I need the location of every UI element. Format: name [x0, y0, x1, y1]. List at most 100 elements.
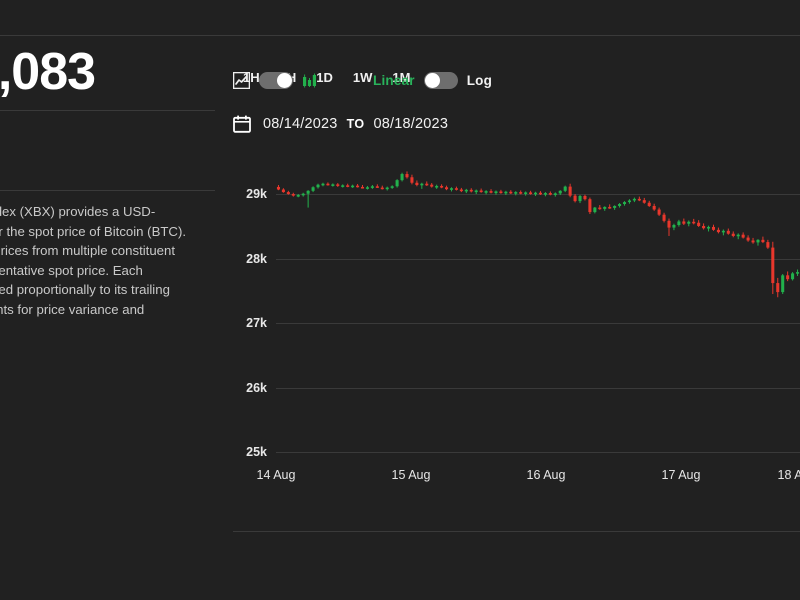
candle-body[interactable]	[791, 273, 795, 280]
candle-body[interactable]	[711, 226, 716, 230]
candle-body[interactable]	[618, 204, 622, 206]
candle-body[interactable]	[469, 189, 473, 192]
calendar-icon[interactable]	[233, 115, 251, 133]
candle-body[interactable]	[395, 180, 399, 187]
candle-body[interactable]	[504, 191, 508, 194]
candle-body[interactable]	[692, 221, 696, 224]
candle-body[interactable]	[558, 190, 562, 194]
candle-body[interactable]	[781, 275, 785, 293]
candle-body[interactable]	[756, 239, 760, 243]
candlestick-series[interactable]	[276, 165, 800, 465]
candle-body[interactable]	[311, 187, 315, 191]
chart-type-switch[interactable]	[232, 71, 317, 90]
candle-body[interactable]	[346, 185, 350, 187]
candle-body[interactable]	[445, 187, 449, 190]
candle-body[interactable]	[484, 191, 488, 193]
candle-body[interactable]	[548, 193, 552, 195]
candle-body[interactable]	[543, 193, 547, 195]
line-chart-icon[interactable]	[232, 71, 251, 90]
candle-body[interactable]	[766, 242, 770, 248]
candle-body[interactable]	[489, 191, 493, 193]
candle-body[interactable]	[365, 187, 369, 189]
candle-body[interactable]	[593, 207, 597, 213]
candle-body[interactable]	[672, 225, 676, 228]
candle-body[interactable]	[360, 186, 365, 189]
candle-body[interactable]	[326, 183, 330, 186]
candle-body[interactable]	[707, 226, 711, 229]
candle-body[interactable]	[657, 209, 661, 215]
candle-body[interactable]	[608, 206, 612, 209]
candle-body[interactable]	[306, 190, 310, 194]
scale-toggle[interactable]	[423, 72, 458, 89]
candle-body[interactable]	[771, 247, 775, 284]
candle-body[interactable]	[632, 198, 636, 201]
candle-body[interactable]	[667, 220, 671, 228]
candle-body[interactable]	[721, 230, 725, 233]
candle-body[interactable]	[286, 192, 290, 195]
candle-body[interactable]	[380, 187, 384, 190]
candle-body[interactable]	[509, 191, 513, 194]
candle-body[interactable]	[370, 186, 374, 188]
candle-body[interactable]	[578, 195, 582, 202]
candle-body[interactable]	[613, 205, 617, 208]
scale-log-label[interactable]: Log	[467, 73, 492, 88]
candle-body[interactable]	[464, 189, 468, 192]
candle-body[interactable]	[499, 191, 503, 194]
candle-body[interactable]	[316, 184, 320, 188]
candle-body[interactable]	[662, 214, 666, 221]
scale-switch[interactable]: Linear Log	[373, 72, 492, 89]
candle-body[interactable]	[415, 182, 419, 185]
candle-body[interactable]	[400, 174, 404, 181]
chart-type-toggle[interactable]	[259, 72, 293, 89]
candle-body[interactable]	[776, 283, 780, 293]
candle-body[interactable]	[573, 195, 577, 202]
candle-body[interactable]	[514, 192, 518, 194]
candle-body[interactable]	[524, 192, 528, 195]
date-end[interactable]: 08/18/2023	[374, 116, 449, 132]
candle-body[interactable]	[390, 186, 394, 188]
candle-body[interactable]	[736, 234, 740, 237]
candle-body[interactable]	[425, 183, 429, 186]
candle-body[interactable]	[321, 183, 325, 186]
candle-body[interactable]	[341, 185, 345, 187]
candle-body[interactable]	[356, 185, 360, 188]
candle-body[interactable]	[642, 200, 646, 203]
candle-body[interactable]	[440, 185, 444, 188]
candle-body[interactable]	[430, 184, 434, 187]
candle-body[interactable]	[741, 234, 745, 238]
candle-body[interactable]	[281, 189, 285, 193]
candle-body[interactable]	[568, 186, 572, 196]
candle-body[interactable]	[534, 192, 538, 195]
candle-body[interactable]	[716, 229, 720, 233]
candle-body[interactable]	[588, 199, 592, 213]
candle-body[interactable]	[652, 205, 656, 210]
scale-linear-label[interactable]: Linear	[373, 73, 415, 88]
candle-body[interactable]	[627, 200, 631, 203]
candle-body[interactable]	[301, 193, 305, 196]
candle-body[interactable]	[563, 186, 567, 191]
candle-body[interactable]	[538, 192, 542, 195]
candle-body[interactable]	[296, 195, 300, 197]
candle-body[interactable]	[435, 185, 439, 188]
candle-body[interactable]	[726, 230, 730, 234]
candle-body[interactable]	[687, 221, 691, 224]
candle-body[interactable]	[682, 221, 686, 224]
candle-body[interactable]	[410, 177, 414, 183]
candle-body[interactable]	[603, 206, 607, 209]
candle-body[interactable]	[702, 225, 706, 229]
candlestick-chart-icon[interactable]	[302, 72, 317, 89]
candle-body[interactable]	[454, 188, 458, 190]
candle-body[interactable]	[291, 194, 295, 196]
candle-body[interactable]	[276, 186, 280, 190]
candle-body[interactable]	[677, 221, 681, 225]
candle-body[interactable]	[351, 185, 355, 188]
candle-body[interactable]	[751, 240, 755, 243]
candle-body[interactable]	[622, 202, 627, 205]
candle-body[interactable]	[583, 195, 587, 200]
candle-body[interactable]	[647, 202, 651, 206]
candle-body[interactable]	[405, 174, 409, 178]
candle-body[interactable]	[494, 191, 498, 194]
candle-body[interactable]	[375, 186, 379, 188]
candle-body[interactable]	[746, 237, 750, 241]
price-chart[interactable]: 29k 28k 27k 26k 25k 14 Aug 15 Aug 16 Aug 17 Aug…	[233, 165, 800, 495]
